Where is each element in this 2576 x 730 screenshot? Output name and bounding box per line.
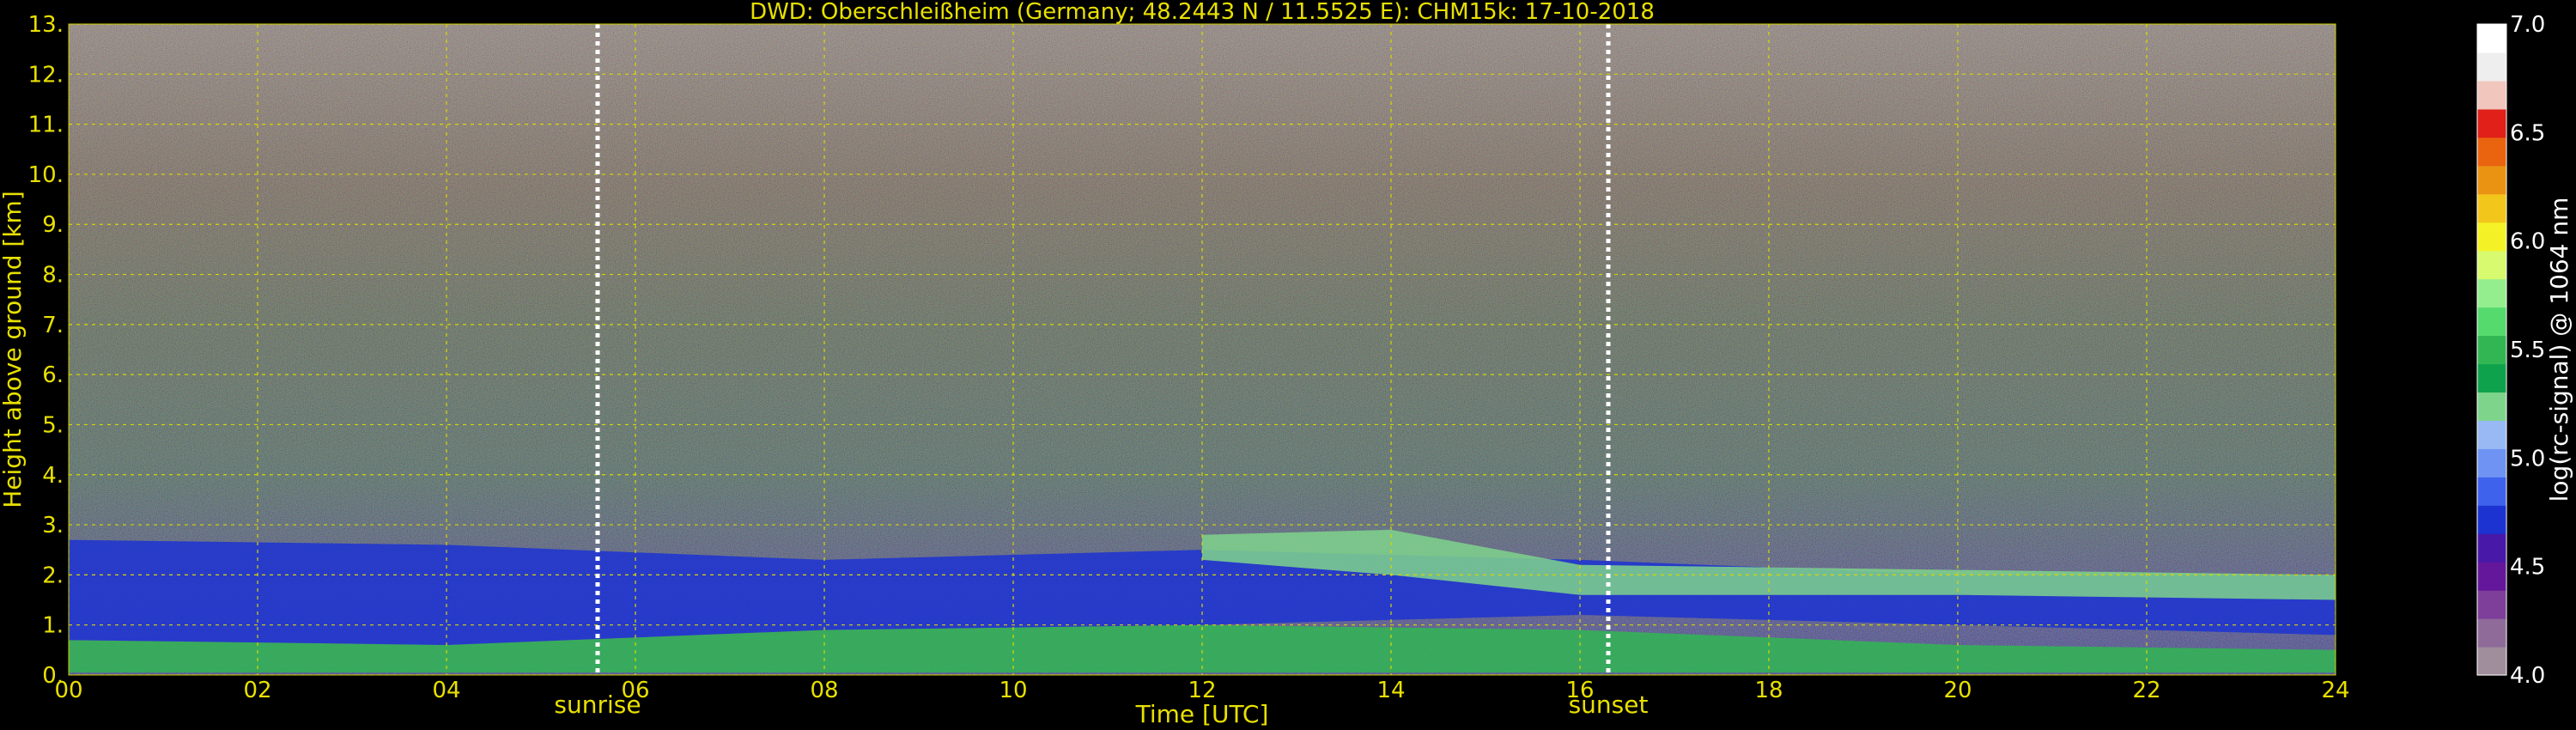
sunrise-label: sunrise <box>554 690 641 719</box>
y-tick-label: 6. <box>42 362 64 388</box>
x-tick-label: 04 <box>432 678 460 703</box>
y-ticks: 0. 1. 2. 3. 4. 5. 6. 7. 8. 9. 10. 11. 12. 13. <box>28 12 64 689</box>
chart-title: DWD: Oberschleißheim (Germany; 48.2443 N… <box>750 0 1655 25</box>
y-tick-label: 0. <box>42 663 64 689</box>
y-tick-label: 10. <box>28 162 64 188</box>
x-tick-label: 18 <box>1754 678 1783 703</box>
colorbar-segment <box>2477 477 2506 506</box>
colorbar-tick-label: 4.0 <box>2510 663 2545 689</box>
colorbar-segment <box>2477 392 2506 421</box>
colorbar-segment <box>2477 505 2506 534</box>
x-axis-label: Time [UTC] <box>1135 700 1269 728</box>
colorbar-tick-label: 6.5 <box>2510 120 2545 146</box>
colorbar-segment <box>2477 137 2506 167</box>
x-tick-label: 24 <box>2321 678 2349 703</box>
y-tick-label: 5. <box>42 412 64 438</box>
x-tick-label: 02 <box>243 678 271 703</box>
colorbar-tick-label: 4.5 <box>2510 555 2545 581</box>
colorbar-segment <box>2477 250 2506 280</box>
colorbar-segment <box>2477 335 2506 365</box>
colorbar-segment <box>2477 52 2506 82</box>
y-tick-label: 13. <box>28 12 64 38</box>
x-tick-label: 08 <box>810 678 838 703</box>
colorbar-ticks: 4.0 4.5 5.0 5.5 6.0 6.5 7.0 <box>2510 12 2545 689</box>
colorbar-segment <box>2477 108 2506 138</box>
colorbar-label: log(rc-signal) @ 1064 nm <box>2545 198 2573 502</box>
y-tick-label: 12. <box>28 62 64 88</box>
colorbar-tick-label: 7.0 <box>2510 12 2545 38</box>
colorbar-segment <box>2477 278 2506 308</box>
y-tick-label: 4. <box>42 463 64 489</box>
y-axis-label: Height above ground [km] <box>0 191 27 508</box>
sunset-label: sunset <box>1569 690 1649 719</box>
y-tick-label: 1. <box>42 613 64 639</box>
colorbar-tick-label: 5.0 <box>2510 446 2545 471</box>
y-tick-label: 2. <box>42 563 64 588</box>
colorbar-segment <box>2477 618 2506 648</box>
y-tick-label: 8. <box>42 263 64 289</box>
annotation-labels: sunrise sunset <box>554 690 1648 719</box>
colorbar-segment <box>2477 590 2506 619</box>
colorbar-segment <box>2477 448 2506 478</box>
ceilometer-figure: DWD: Oberschleißheim (Germany; 48.2443 N… <box>0 0 2573 728</box>
x-tick-label: 10 <box>999 678 1027 703</box>
y-tick-label: 7. <box>42 313 64 338</box>
colorbar-segment <box>2477 647 2506 676</box>
y-tick-label: 11. <box>28 113 64 138</box>
plot-area <box>69 24 2336 675</box>
colorbar-segment <box>2477 24 2506 53</box>
colorbar-segment <box>2477 420 2506 449</box>
colorbar-segment <box>2477 363 2506 393</box>
colorbar-segment <box>2477 193 2506 223</box>
colorbar-tick-label: 5.5 <box>2510 338 2545 363</box>
colorbar-segment <box>2477 80 2506 110</box>
x-tick-label: 14 <box>1376 678 1405 703</box>
colorbar-segment <box>2477 562 2506 591</box>
colorbar-segment <box>2477 533 2506 563</box>
y-tick-label: 3. <box>42 513 64 538</box>
x-tick-label: 20 <box>1943 678 1971 703</box>
colorbar-segment <box>2477 222 2506 252</box>
y-tick-label: 9. <box>42 212 64 238</box>
colorbar-segment <box>2477 307 2506 337</box>
colorbar <box>2476 23 2507 676</box>
colorbar-tick-label: 6.0 <box>2510 229 2545 255</box>
x-tick-label: 22 <box>2132 678 2160 703</box>
colorbar-segment <box>2477 165 2506 195</box>
